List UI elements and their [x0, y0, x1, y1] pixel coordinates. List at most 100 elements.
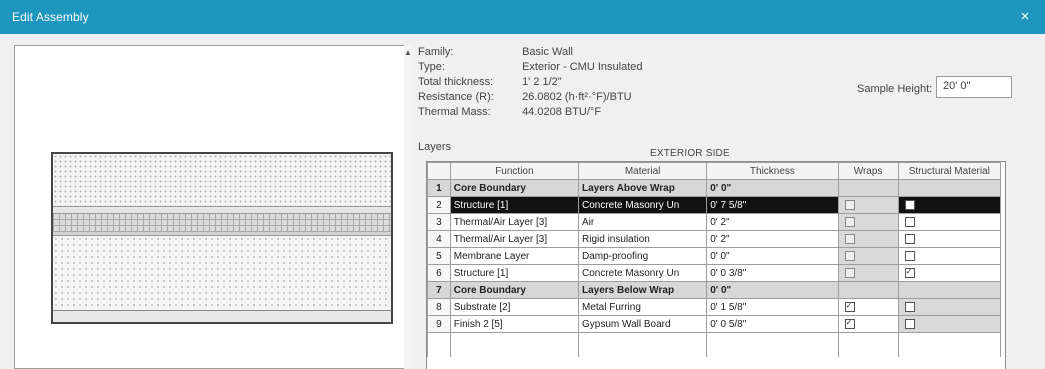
layer-number[interactable]: 2: [427, 196, 451, 214]
layer-structural-cell[interactable]: [897, 247, 1002, 265]
layer-thickness[interactable]: 0' 2": [706, 213, 839, 231]
layer-row[interactable]: 8 Substrate [2] Metal Furring 0' 1 5/8": [427, 298, 1002, 316]
layer-number[interactable]: 8: [427, 298, 451, 316]
wraps-checkbox[interactable]: [844, 250, 855, 261]
family-label: Family:: [418, 46, 454, 58]
type-label: Type:: [418, 61, 445, 73]
wall-layer-rigid-insulation: [53, 214, 391, 232]
wraps-checkbox[interactable]: [844, 199, 855, 210]
layer-material[interactable]: Rigid insulation: [577, 230, 708, 248]
layer-structural-cell[interactable]: [897, 213, 1002, 231]
layer-material[interactable]: Layers Below Wrap: [577, 281, 708, 299]
wraps-checkbox[interactable]: [844, 233, 855, 244]
structural-material-checkbox[interactable]: [904, 267, 915, 278]
layer-number[interactable]: 6: [427, 264, 451, 282]
layer-row[interactable]: 2 Structure [1] Concrete Masonry Un 0' 7 5/…: [427, 196, 1002, 214]
layer-wraps-cell[interactable]: [837, 230, 899, 248]
layer-number[interactable]: 4: [427, 230, 451, 248]
layer-function[interactable]: Membrane Layer: [449, 247, 580, 265]
layer-wraps-cell[interactable]: [837, 213, 899, 231]
layer-wraps-cell[interactable]: [837, 196, 899, 214]
layer-function[interactable]: Substrate [2]: [449, 298, 580, 316]
wall-layer-masonry-lower: [53, 236, 391, 310]
layer-number[interactable]: 5: [427, 247, 451, 265]
wraps-checkbox[interactable]: [844, 216, 855, 227]
layer-row[interactable]: 3 Thermal/Air Layer [3] Air 0' 2": [427, 213, 1002, 231]
layer-function[interactable]: Thermal/Air Layer [3]: [449, 230, 580, 248]
layer-number[interactable]: 1: [427, 179, 451, 197]
layer-wraps-cell[interactable]: [837, 179, 899, 197]
layer-thickness[interactable]: 0' 2": [706, 230, 839, 248]
layer-material[interactable]: Concrete Masonry Un: [577, 264, 708, 282]
header-wraps[interactable]: Wraps: [837, 162, 899, 180]
layer-number[interactable]: 7: [427, 281, 451, 299]
structural-material-checkbox[interactable]: [904, 233, 915, 244]
layer-thickness[interactable]: 0' 1 5/8": [706, 298, 839, 316]
layer-thickness[interactable]: 0' 0": [706, 281, 839, 299]
header-material[interactable]: Material: [577, 162, 708, 180]
structural-material-checkbox[interactable]: [904, 250, 915, 261]
scroll-up-icon[interactable]: ▲: [404, 49, 412, 57]
wraps-checkbox[interactable]: [844, 267, 855, 278]
wall-layer-concrete-masonry: [53, 154, 391, 206]
layer-material[interactable]: Damp-proofing: [577, 247, 708, 265]
layer-material[interactable]: Gypsum Wall Board: [577, 315, 708, 333]
layer-wraps-cell[interactable]: [837, 281, 899, 299]
layer-thickness[interactable]: 0' 0": [706, 179, 839, 197]
layer-material[interactable]: Layers Above Wrap: [577, 179, 708, 197]
layer-structural-cell[interactable]: [897, 179, 1002, 197]
layer-wraps-cell[interactable]: [837, 315, 899, 333]
header-thickness[interactable]: Thickness: [706, 162, 839, 180]
layer-function[interactable]: Core Boundary: [449, 179, 580, 197]
layer-wraps-cell[interactable]: [837, 264, 899, 282]
layer-function[interactable]: Structure [1]: [449, 264, 580, 282]
sample-height-input[interactable]: 20' 0": [936, 76, 1012, 98]
preview-scrollbar[interactable]: ▲: [404, 45, 412, 369]
layer-structural-cell[interactable]: [897, 230, 1002, 248]
wall-section-drawing: [51, 152, 393, 324]
layer-thickness[interactable]: 0' 0 3/8": [706, 264, 839, 282]
layer-structural-cell[interactable]: [897, 196, 1002, 214]
layer-row[interactable]: 6 Structure [1] Concrete Masonry Un 0' 0 3/…: [427, 264, 1002, 282]
family-row: Family: Basic Wall: [418, 45, 748, 60]
layer-material[interactable]: Concrete Masonry Un: [577, 196, 708, 214]
layer-number[interactable]: 3: [427, 213, 451, 231]
sample-height-label: Sample Height:: [857, 83, 933, 95]
layer-thickness[interactable]: 0' 7 5/8": [706, 196, 839, 214]
structural-material-checkbox[interactable]: [904, 216, 915, 227]
structural-material-checkbox[interactable]: [904, 199, 915, 210]
layer-structural-cell[interactable]: [897, 281, 1002, 299]
wraps-checkbox[interactable]: [844, 318, 855, 329]
layer-row[interactable]: 5 Membrane Layer Damp-proofing 0' 0": [427, 247, 1002, 265]
layer-function[interactable]: Structure [1]: [449, 196, 580, 214]
layer-row[interactable]: 1 Core Boundary Layers Above Wrap 0' 0": [427, 179, 1002, 197]
layer-structural-cell[interactable]: [897, 315, 1002, 333]
resistance-label: Resistance (R):: [418, 91, 494, 103]
layer-function[interactable]: Core Boundary: [449, 281, 580, 299]
layer-row[interactable]: 4 Thermal/Air Layer [3] Rigid insulation 0'…: [427, 230, 1002, 248]
layer-thickness[interactable]: 0' 0": [706, 247, 839, 265]
layer-material[interactable]: Air: [577, 213, 708, 231]
layer-structural-cell[interactable]: [897, 298, 1002, 316]
wall-layer-air-gap: [53, 206, 391, 214]
wall-preview[interactable]: [14, 45, 406, 369]
layer-wraps-cell[interactable]: [837, 298, 899, 316]
layer-function[interactable]: Finish 2 [5]: [449, 315, 580, 333]
edit-assembly-dialog: Edit Assembly × ▲ Family: Basic Wall Typ…: [0, 0, 1045, 369]
layer-material[interactable]: Metal Furring: [577, 298, 708, 316]
layer-number[interactable]: 9: [427, 315, 451, 333]
layer-structural-cell[interactable]: [897, 264, 1002, 282]
empty-cell: [577, 332, 708, 357]
family-value: Basic Wall: [522, 46, 573, 58]
layer-row[interactable]: 7 Core Boundary Layers Below Wrap 0' 0": [427, 281, 1002, 299]
wraps-checkbox[interactable]: [844, 301, 855, 312]
close-icon[interactable]: ×: [1015, 8, 1035, 26]
layer-wraps-cell[interactable]: [837, 247, 899, 265]
layer-row[interactable]: 9 Finish 2 [5] Gypsum Wall Board 0' 0 5/8": [427, 315, 1002, 333]
layer-function[interactable]: Thermal/Air Layer [3]: [449, 213, 580, 231]
header-function[interactable]: Function: [449, 162, 580, 180]
layer-thickness[interactable]: 0' 0 5/8": [706, 315, 839, 333]
structural-material-checkbox[interactable]: [904, 318, 915, 329]
structural-material-checkbox[interactable]: [904, 301, 915, 312]
header-structural-material[interactable]: Structural Material: [897, 162, 1002, 180]
